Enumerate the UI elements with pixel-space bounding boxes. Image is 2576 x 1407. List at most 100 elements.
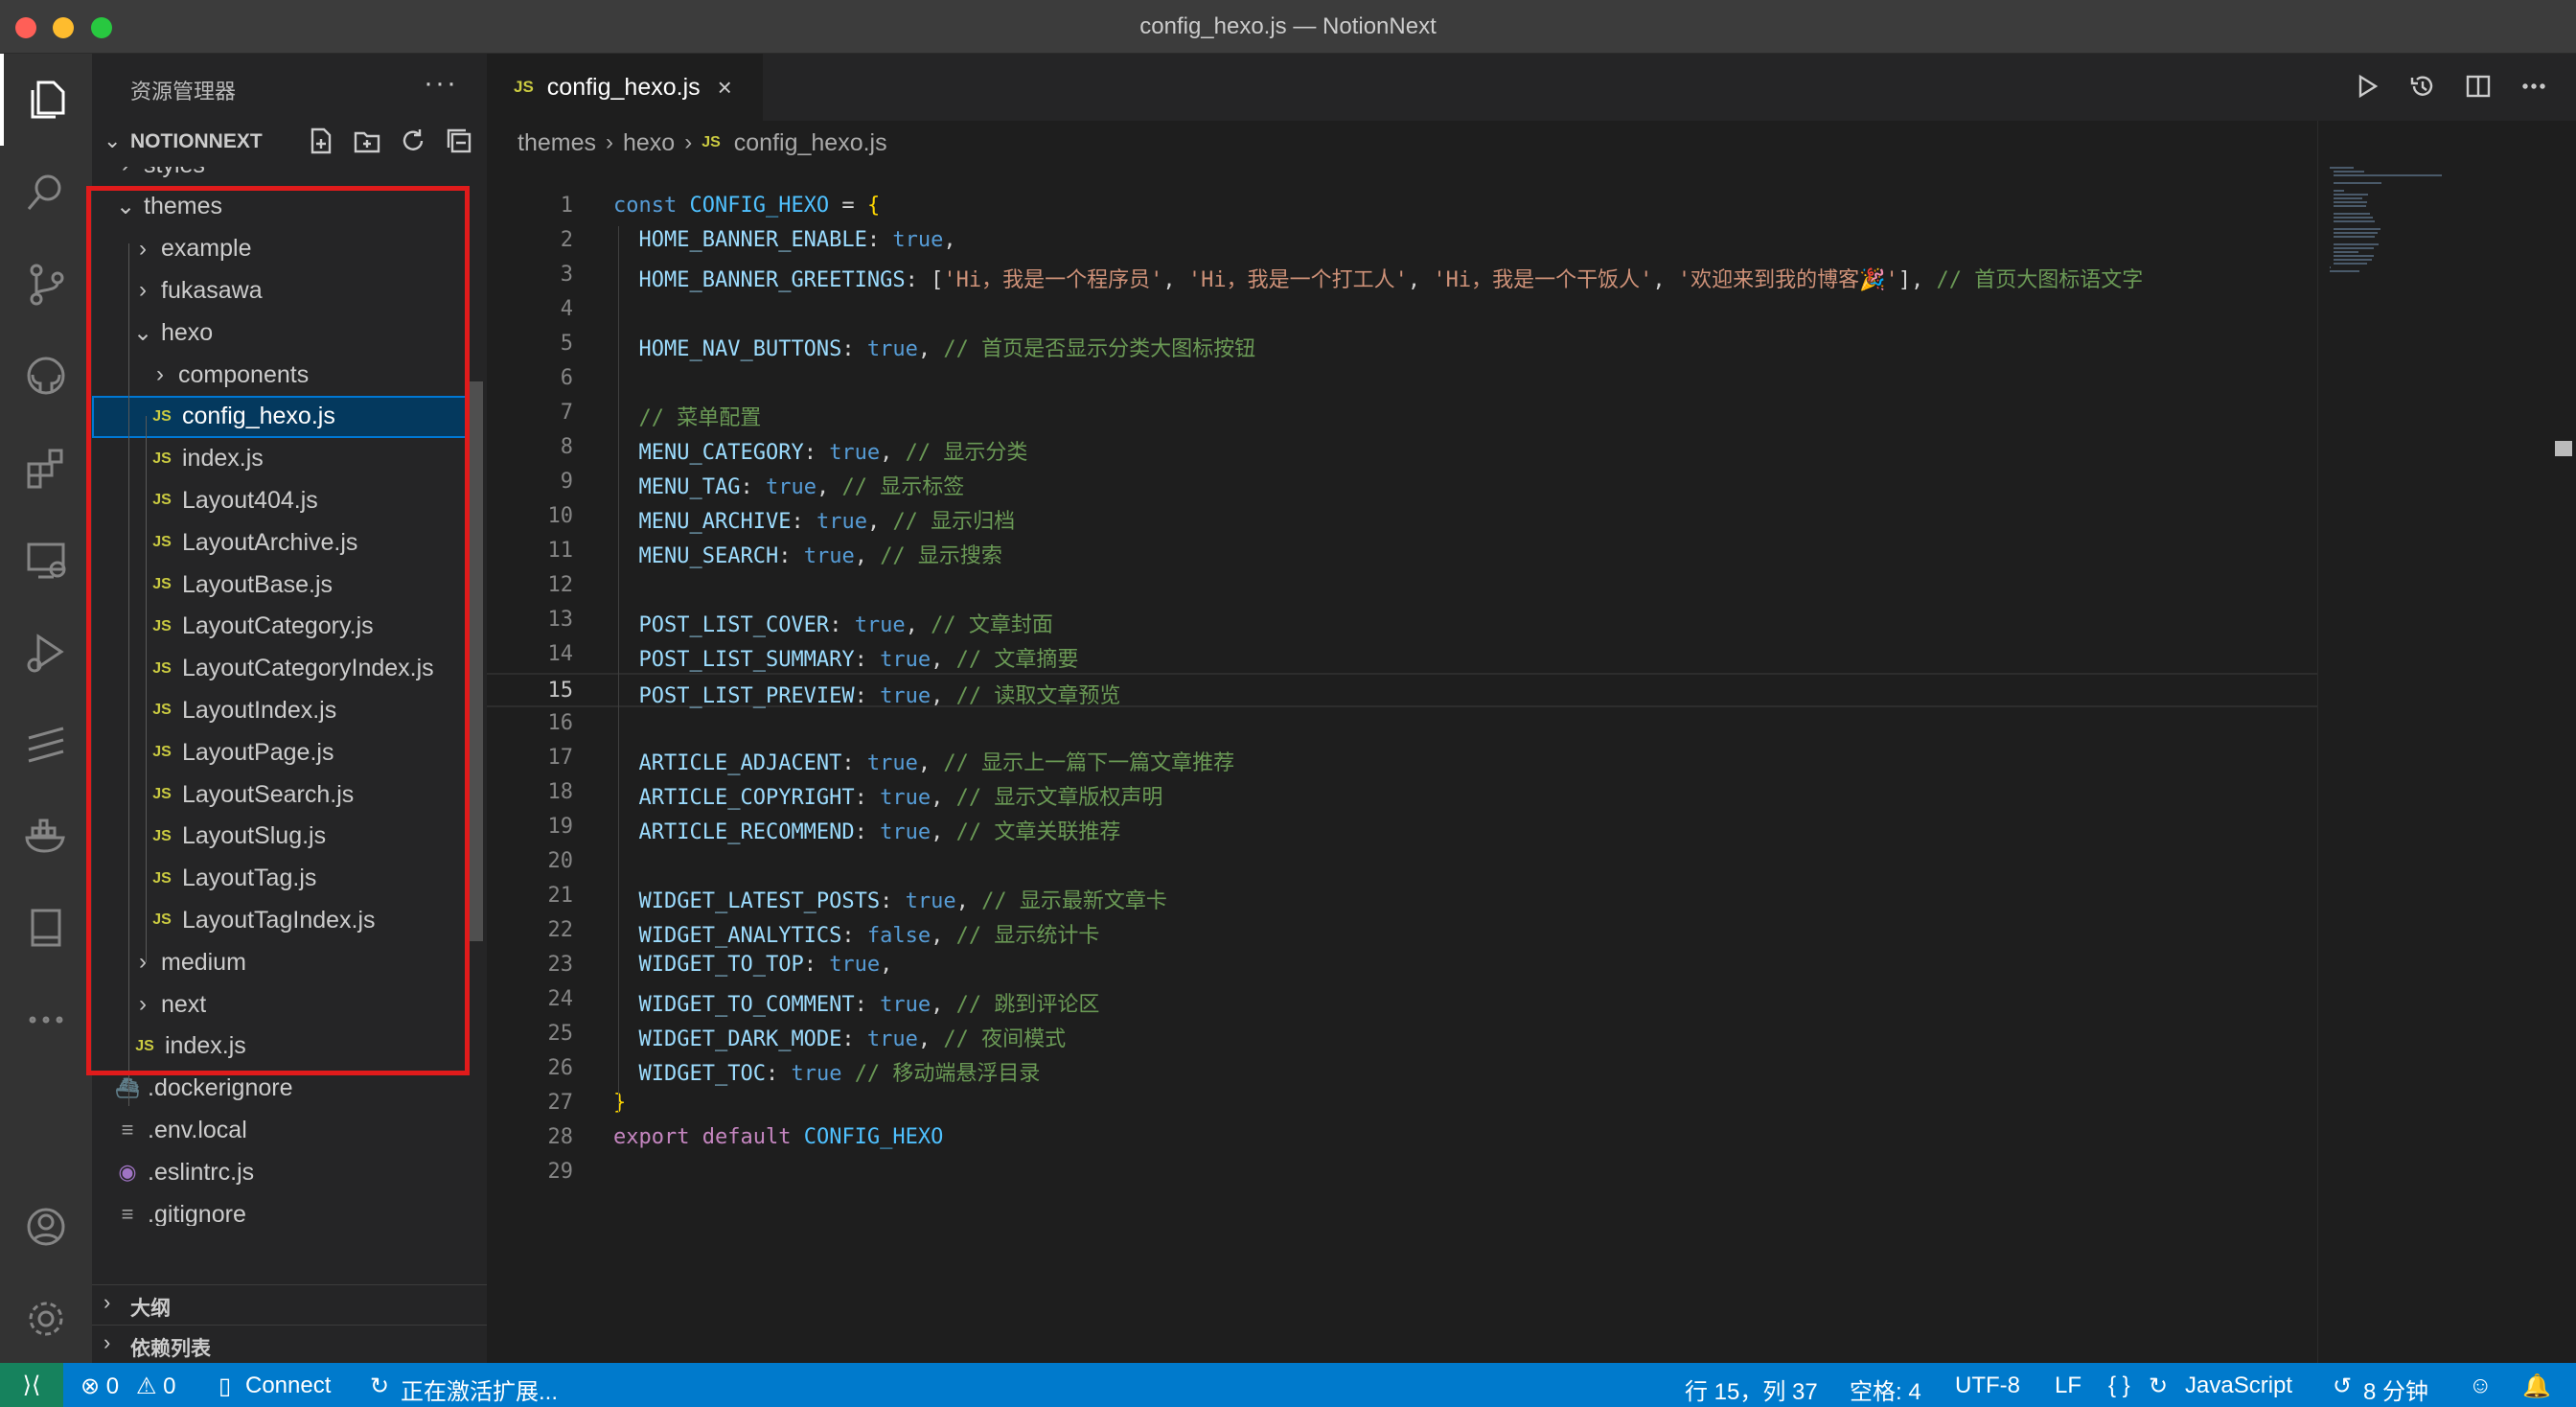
code-line[interactable]: 1 const CONFIG_HEXO = {: [487, 190, 2317, 224]
run-icon[interactable]: [2350, 69, 2384, 104]
more-actions-icon[interactable]: [2517, 69, 2551, 104]
tree-file[interactable]: JS LayoutCategory.js: [92, 606, 479, 648]
editor-scrollbar-marker[interactable]: [2555, 441, 2572, 456]
code-editor[interactable]: 1 const CONFIG_HEXO = {2 HOME_BANNER_ENAB…: [487, 190, 2317, 1359]
tree-folder[interactable]: ⌄ hexo: [92, 311, 479, 354]
code-line[interactable]: 22 WIDGET_ANALYTICS: false, // 显示统计卡: [487, 914, 2317, 949]
code-line[interactable]: 18 ARTICLE_COPYRIGHT: true, // 显示文章版权声明: [487, 776, 2317, 811]
warnings-count[interactable]: ⚠ 0: [136, 1372, 176, 1400]
code-line[interactable]: 23 WIDGET_TO_TOP: true,: [487, 949, 2317, 983]
code-line[interactable]: 24 WIDGET_TO_COMMENT: true, // 跳到评论区: [487, 983, 2317, 1018]
code-line[interactable]: 21 WIDGET_LATEST_POSTS: true, // 显示最新文章卡: [487, 880, 2317, 914]
feedback-icon[interactable]: ☺: [2469, 1372, 2493, 1399]
code-line[interactable]: 10 MENU_ARCHIVE: true, // 显示归档: [487, 500, 2317, 535]
refresh-icon[interactable]: [397, 125, 429, 157]
end-of-line[interactable]: LF: [2055, 1372, 2082, 1399]
tree-folder[interactable]: › medium: [92, 941, 479, 983]
cursor-position[interactable]: 行 15，列 37: [1685, 1372, 1818, 1406]
tree-file[interactable]: ≡ .gitignore: [92, 1193, 479, 1227]
tree-file[interactable]: JS LayoutSearch.js: [92, 773, 479, 816]
source-control-icon[interactable]: [0, 238, 92, 330]
remote-explorer-icon[interactable]: [0, 514, 92, 606]
tree-file[interactable]: JS LayoutTag.js: [92, 858, 479, 900]
tree-file[interactable]: ≡ .env.local: [92, 1109, 479, 1151]
tab-config-hexo[interactable]: JS config_hexo.js ×: [487, 54, 763, 121]
timeline-icon[interactable]: [2405, 69, 2440, 104]
tree-file[interactable]: JS LayoutPage.js: [92, 731, 479, 773]
tree-folder[interactable]: › styles: [92, 167, 479, 186]
search-icon[interactable]: [0, 146, 92, 238]
docker-icon[interactable]: [0, 790, 92, 882]
code-line[interactable]: 8 MENU_CATEGORY: true, // 显示分类: [487, 431, 2317, 466]
tree-file[interactable]: JS index.js: [92, 438, 479, 480]
tree-file[interactable]: JS LayoutArchive.js: [92, 521, 479, 564]
code-line[interactable]: 29: [487, 1156, 2317, 1190]
code-line[interactable]: 6: [487, 362, 2317, 397]
extensions-icon[interactable]: [0, 422, 92, 514]
minimap[interactable]: [2317, 121, 2547, 1363]
errors-count[interactable]: ⊗ 0: [80, 1372, 119, 1400]
code-line[interactable]: 12: [487, 569, 2317, 604]
tree-folder[interactable]: › components: [92, 354, 479, 396]
code-line[interactable]: 13 POST_LIST_COVER: true, // 文章封面: [487, 604, 2317, 638]
code-line[interactable]: 7 // 菜单配置: [487, 397, 2317, 431]
code-line[interactable]: 15 POST_LIST_PREVIEW: true, // 读取文章预览: [487, 673, 2317, 708]
code-line[interactable]: 20: [487, 845, 2317, 880]
code-line[interactable]: 3 HOME_BANNER_GREETINGS: ['Hi，我是一个程序员', …: [487, 259, 2317, 293]
code-line[interactable]: 5 HOME_NAV_BUTTONS: true, // 首页是否显示分类大图标…: [487, 328, 2317, 362]
github-icon[interactable]: [0, 330, 92, 422]
breadcrumb-file[interactable]: config_hexo.js: [734, 129, 887, 157]
run-debug-icon[interactable]: [0, 606, 92, 698]
time-tracker[interactable]: 8 分钟: [2363, 1372, 2428, 1406]
collapse-all-icon[interactable]: [443, 125, 475, 157]
accounts-icon[interactable]: [0, 1181, 92, 1273]
settings-gear-icon[interactable]: [0, 1273, 92, 1365]
new-file-icon[interactable]: [305, 125, 337, 157]
tree-file[interactable]: JS LayoutTagIndex.js: [92, 899, 479, 941]
tree-file[interactable]: JS LayoutCategoryIndex.js: [92, 648, 479, 690]
notifications-icon[interactable]: 🔔: [2522, 1372, 2551, 1400]
code-line[interactable]: 28 export default CONFIG_HEXO: [487, 1121, 2317, 1156]
workspace-header[interactable]: ⌄ NOTIONNEXT: [92, 123, 487, 161]
connect-button[interactable]: Connect: [245, 1372, 331, 1399]
tree-folder[interactable]: › example: [92, 228, 479, 270]
new-folder-icon[interactable]: [351, 125, 383, 157]
braces-icon[interactable]: { }: [2108, 1372, 2130, 1399]
tree-file[interactable]: JS LayoutIndex.js: [92, 689, 479, 731]
remote-indicator[interactable]: ⟩⟨: [0, 1363, 63, 1407]
tree-folder[interactable]: ⌄ themes: [92, 186, 479, 228]
code-line[interactable]: 14 POST_LIST_SUMMARY: true, // 文章摘要: [487, 638, 2317, 673]
gitlens-icon[interactable]: [0, 698, 92, 790]
code-line[interactable]: 16: [487, 707, 2317, 742]
notebook-icon[interactable]: [0, 882, 92, 974]
close-tab-icon[interactable]: ×: [718, 73, 732, 103]
tree-file[interactable]: JS index.js: [92, 1026, 479, 1068]
dependencies-section[interactable]: › 依赖列表: [92, 1325, 487, 1363]
language-mode[interactable]: JavaScript: [2185, 1372, 2292, 1399]
sidebar-scrollbar[interactable]: [470, 381, 483, 941]
indentation[interactable]: 空格: 4: [1850, 1372, 1921, 1406]
code-line[interactable]: 17 ARTICLE_ADJACENT: true, // 显示上一篇下一篇文章…: [487, 742, 2317, 776]
tree-file[interactable]: JS LayoutBase.js: [92, 564, 479, 606]
tree-file[interactable]: ◉ .eslintrc.js: [92, 1151, 479, 1193]
tree-file[interactable]: ⛴ .dockerignore: [92, 1068, 479, 1110]
breadcrumb-themes[interactable]: themes: [518, 129, 596, 157]
code-line[interactable]: 9 MENU_TAG: true, // 显示标签: [487, 466, 2317, 500]
more-icon[interactable]: [0, 974, 92, 1066]
activating-extensions[interactable]: 正在激活扩展...: [401, 1372, 558, 1406]
code-line[interactable]: 19 ARTICLE_RECOMMEND: true, // 文章关联推荐: [487, 811, 2317, 845]
encoding[interactable]: UTF-8: [1955, 1372, 2020, 1399]
tree-folder[interactable]: › next: [92, 983, 479, 1026]
explorer-icon[interactable]: [0, 54, 92, 146]
explorer-more-button[interactable]: ···: [424, 67, 458, 100]
tree-folder[interactable]: › fukasawa: [92, 269, 479, 311]
tree-file[interactable]: JS config_hexo.js: [92, 395, 479, 438]
code-line[interactable]: 11 MENU_SEARCH: true, // 显示搜索: [487, 535, 2317, 569]
breadcrumb-hexo[interactable]: hexo: [623, 129, 675, 157]
code-line[interactable]: 2 HOME_BANNER_ENABLE: true,: [487, 224, 2317, 259]
code-line[interactable]: 4: [487, 293, 2317, 328]
outline-section[interactable]: › 大纲: [92, 1284, 487, 1323]
code-line[interactable]: 26 WIDGET_TOC: true // 移动端悬浮目录: [487, 1052, 2317, 1087]
tree-file[interactable]: JS LayoutSlug.js: [92, 816, 479, 858]
split-editor-icon[interactable]: [2461, 69, 2496, 104]
